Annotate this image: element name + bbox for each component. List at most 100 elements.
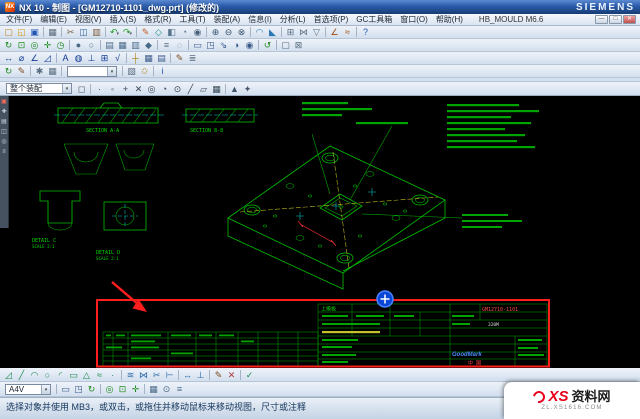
window-restore-button[interactable]: □ xyxy=(609,15,622,24)
window-icon[interactable]: ▢ xyxy=(279,39,292,51)
point-icon[interactable]: ∙ xyxy=(106,369,119,381)
table-icon[interactable]: ▦ xyxy=(142,52,155,64)
info-icon[interactable]: i xyxy=(156,65,169,77)
undo-icon[interactable]: ↶▾ xyxy=(108,26,121,38)
menu-item[interactable]: 视图(V) xyxy=(71,14,106,25)
surface-finish-icon[interactable]: √ xyxy=(111,52,124,64)
pan-icon[interactable]: ✛ xyxy=(129,383,142,395)
menu-item[interactable]: 帮助(H) xyxy=(432,14,467,25)
menu-item[interactable]: 分析(L) xyxy=(276,14,310,25)
chevron-down-icon[interactable]: ▾ xyxy=(117,31,120,37)
mirror-curve-icon[interactable]: ⋈ xyxy=(137,369,150,381)
snap-endpoint-icon[interactable]: ∙ xyxy=(93,83,106,95)
update-views-icon[interactable]: ↺ xyxy=(261,39,274,51)
bookmark-icon[interactable]: ✩ xyxy=(138,65,151,77)
reuse-library-icon[interactable]: ◫ xyxy=(1,129,7,135)
snap-intersection-icon[interactable]: ✕ xyxy=(132,83,145,95)
arc-icon[interactable]: ◠ xyxy=(28,369,41,381)
right-view-icon[interactable]: ▥ xyxy=(129,39,142,51)
open-icon[interactable]: ◱ xyxy=(15,26,28,38)
dimension-icon[interactable]: ↔ xyxy=(2,52,15,64)
revolve-icon[interactable]: ◔ xyxy=(178,26,191,38)
part-navigator-icon[interactable]: ▤ xyxy=(1,119,7,125)
radial-dimension-icon[interactable]: ⌀ xyxy=(15,52,28,64)
history-icon[interactable]: ≡ xyxy=(2,149,6,155)
fit-view-icon[interactable]: ⊡ xyxy=(15,39,28,51)
menu-item[interactable]: 编辑(E) xyxy=(36,14,71,25)
base-view-icon[interactable]: ◳ xyxy=(204,39,217,51)
section-view-icon[interactable]: ◑ xyxy=(230,39,243,51)
redo-icon[interactable]: ↷▾ xyxy=(121,26,134,38)
grid-display-icon[interactable]: ▦ xyxy=(46,65,59,77)
constraint-icon[interactable]: ⊥ xyxy=(194,369,207,381)
shaded-icon[interactable]: ● xyxy=(72,39,85,51)
pattern-feature-icon[interactable]: ⊞ xyxy=(284,26,297,38)
datum-plane-icon[interactable]: ◇ xyxy=(152,26,165,38)
snap-grid-icon[interactable]: ▦ xyxy=(210,83,223,95)
menu-item[interactable]: 信息(I) xyxy=(244,14,276,25)
subtract-icon[interactable]: ⊖ xyxy=(222,26,235,38)
snap-arc-center-icon[interactable]: ◎ xyxy=(145,83,158,95)
snap-point-on-surface-icon[interactable]: ▱ xyxy=(197,83,210,95)
drawing-canvas[interactable]: SECTION A-A SECTION 8-8 DETAIL xyxy=(0,96,640,368)
zoom-icon[interactable]: ◎ xyxy=(28,39,41,51)
new-file-icon[interactable]: ▢ xyxy=(2,26,15,38)
menu-item[interactable]: 首选项(P) xyxy=(310,14,353,25)
help-icon[interactable]: ? xyxy=(359,26,372,38)
assembly-navigator-icon[interactable]: ▣ xyxy=(1,99,7,105)
drawing-area[interactable]: ▣✚▤◫◎≡ SECTION A-A SECTION 8-8 xyxy=(0,96,640,368)
measure-icon[interactable]: ∠ xyxy=(328,26,341,38)
menu-item[interactable]: 窗口(O) xyxy=(396,14,432,25)
window-minimize-button[interactable]: — xyxy=(595,15,608,24)
note-icon[interactable]: A xyxy=(59,52,72,64)
rotate-view-icon[interactable]: ◷ xyxy=(54,39,67,51)
projected-view-icon[interactable]: ⇘ xyxy=(217,39,230,51)
mirror-feature-icon[interactable]: ⋈ xyxy=(297,26,310,38)
chamfer-icon[interactable]: ◣ xyxy=(266,26,279,38)
menu-item[interactable]: GC工具箱 xyxy=(352,14,396,25)
edit-style-icon[interactable]: ✎ xyxy=(15,65,28,77)
paste-icon[interactable]: ▥ xyxy=(90,26,103,38)
analysis-icon[interactable]: ≈ xyxy=(341,26,354,38)
edit-text-icon[interactable]: ✎ xyxy=(173,52,186,64)
zoom-icon[interactable]: ◎ xyxy=(103,383,116,395)
layer-settings-icon[interactable]: ≡ xyxy=(160,39,173,51)
constraint-navigator-icon[interactable]: ✚ xyxy=(1,109,6,115)
fillet-icon[interactable]: ◜ xyxy=(54,369,67,381)
trim-icon[interactable]: ✂ xyxy=(150,369,163,381)
selection-filter-icon[interactable]: ◻ xyxy=(75,83,88,95)
hole-icon[interactable]: ◉ xyxy=(191,26,204,38)
hd3d-tools-icon[interactable]: ◎ xyxy=(1,139,6,145)
menu-item[interactable]: 插入(S) xyxy=(106,14,141,25)
circle-icon[interactable]: ○ xyxy=(41,369,54,381)
image-icon[interactable]: ▧ xyxy=(125,65,138,77)
menu-item[interactable]: 文件(F) xyxy=(2,14,36,25)
extrude-icon[interactable]: ◧ xyxy=(165,26,178,38)
align-icon[interactable]: ≣ xyxy=(186,52,199,64)
new-sheet-icon[interactable]: ▭ xyxy=(191,39,204,51)
wireframe-icon[interactable]: ○ xyxy=(85,39,98,51)
profile-icon[interactable]: ◿ xyxy=(2,369,15,381)
show-hide-icon[interactable]: ◌ xyxy=(173,39,186,51)
edit-curve-icon[interactable]: ✎ xyxy=(212,369,225,381)
menu-item[interactable]: 装配(A) xyxy=(210,14,245,25)
cut-icon[interactable]: ✂ xyxy=(64,26,77,38)
delete-icon[interactable]: ✕ xyxy=(225,369,238,381)
finish-icon[interactable]: ✓ xyxy=(243,369,256,381)
chamfer-dimension-icon[interactable]: ◿ xyxy=(41,52,54,64)
unite-icon[interactable]: ⊕ xyxy=(209,26,222,38)
view-icon[interactable]: ◳ xyxy=(72,383,85,395)
top-of-assembly-icon[interactable]: ▲ xyxy=(228,83,241,95)
quick-dimension-icon[interactable]: ↔ xyxy=(181,369,194,381)
intersect-icon[interactable]: ⊗ xyxy=(235,26,248,38)
balloon-icon[interactable]: ◍ xyxy=(72,52,85,64)
spline-icon[interactable]: ≈ xyxy=(93,369,106,381)
detail-view-icon[interactable]: ◉ xyxy=(243,39,256,51)
line-icon[interactable]: ╱ xyxy=(15,369,28,381)
extend-icon[interactable]: ⊢ xyxy=(163,369,176,381)
parts-list-icon[interactable]: ▤ xyxy=(155,52,168,64)
menu-item[interactable]: 工具(T) xyxy=(175,14,209,25)
offset-curve-icon[interactable]: ≋ xyxy=(124,369,137,381)
new-sheet-icon[interactable]: ▭ xyxy=(59,383,72,395)
save-icon[interactable]: ▣ xyxy=(28,26,41,38)
